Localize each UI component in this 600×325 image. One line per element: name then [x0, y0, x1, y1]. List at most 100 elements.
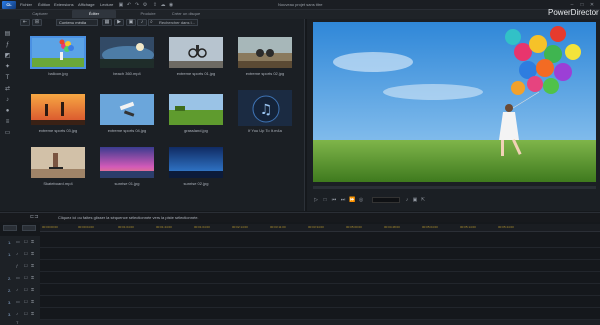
- fx-room-icon[interactable]: ƒ: [3, 41, 12, 49]
- menu-affichage[interactable]: Affichage: [78, 2, 95, 7]
- media-thumb-beach[interactable]: [99, 36, 155, 69]
- brand-title: PowerDirector: [548, 8, 599, 17]
- lock-icon[interactable]: ⚿: [31, 311, 34, 316]
- lock-icon[interactable]: ⚿: [31, 299, 34, 304]
- settings-icon[interactable]: ⚙: [142, 2, 148, 8]
- timeline-track-video-2[interactable]: [0, 272, 600, 284]
- preview-window[interactable]: [313, 22, 596, 182]
- media-label: extreme sports 04.jpg: [107, 128, 147, 133]
- track-number: 2.: [8, 288, 12, 293]
- timeline-track-effect[interactable]: [0, 260, 600, 272]
- stop-icon[interactable]: □: [322, 197, 328, 203]
- pip-room-icon[interactable]: ◩: [3, 52, 12, 60]
- media-filter-select[interactable]: Contenu média: [56, 19, 98, 26]
- next-frame-icon[interactable]: ⏭: [340, 197, 346, 203]
- audio-mixing-icon[interactable]: ♪: [3, 96, 12, 104]
- checkbox-icon[interactable]: ☐: [24, 239, 28, 244]
- ruler-tick: 00:05:00:00: [346, 225, 362, 229]
- save-icon[interactable]: ▣: [118, 2, 124, 8]
- checkbox-icon[interactable]: ☐: [24, 311, 28, 316]
- checkbox-icon[interactable]: ☐: [24, 251, 28, 256]
- media-label: extreme sports 02.jpg: [245, 71, 285, 76]
- tab-capturer[interactable]: Capturer: [20, 10, 60, 18]
- upload-icon[interactable]: ⇪: [152, 2, 158, 8]
- timeline-track-video-1[interactable]: [0, 236, 600, 248]
- title-room-icon[interactable]: T: [3, 74, 12, 82]
- filter-all-button[interactable]: ▦: [102, 19, 112, 26]
- snapshot-icon[interactable]: ◎: [358, 197, 364, 203]
- timecode-display: [372, 197, 400, 203]
- timeline-track-title[interactable]: [0, 320, 600, 325]
- lock-icon[interactable]: ⚿: [31, 239, 34, 244]
- preview-scrubber[interactable]: [313, 186, 596, 189]
- timeline-view-button[interactable]: [3, 225, 17, 231]
- redo-icon[interactable]: ↷: [134, 2, 140, 8]
- prev-frame-icon[interactable]: ⏮: [331, 197, 337, 203]
- play-icon[interactable]: ▷: [313, 197, 319, 203]
- ruler-tick: 00:05:44:00: [498, 225, 514, 229]
- media-thumb-sunrise2[interactable]: [168, 146, 224, 179]
- undock-icon[interactable]: ⇱: [420, 197, 426, 203]
- tab-creer-disque[interactable]: Créer un disque: [164, 10, 208, 18]
- timeline-track-audio-2[interactable]: [0, 284, 600, 296]
- media-thumb-music[interactable]: ♫: [237, 89, 293, 127]
- timeline-track-audio-1[interactable]: [0, 248, 600, 260]
- chapter-icon[interactable]: ≡: [3, 118, 12, 126]
- plugin-button[interactable]: ⊞: [32, 19, 42, 26]
- media-thumb-sunset-sports[interactable]: [30, 93, 86, 126]
- media-thumb-grassland[interactable]: [168, 93, 224, 126]
- fx-track-icon: ƒ: [16, 263, 19, 268]
- 3d-icon[interactable]: ▣: [412, 197, 418, 203]
- track-number: 3.: [8, 312, 12, 317]
- audio-track-icon: ♪: [16, 287, 18, 292]
- timeline-hint-text: Cliquez ici ou faites glisser la séquenc…: [58, 215, 199, 220]
- storyboard-view-button[interactable]: [22, 225, 36, 231]
- particle-room-icon[interactable]: ✦: [3, 63, 12, 71]
- checkbox-icon[interactable]: ☐: [24, 287, 28, 292]
- voiceover-icon[interactable]: ●: [3, 107, 12, 115]
- media-thumb-skateboard[interactable]: [30, 146, 86, 179]
- ruler-tick: 00:00:04:00: [78, 225, 94, 229]
- media-label: If You Up To It.m4a: [248, 128, 282, 133]
- timeline-toolbar-icon[interactable]: ⊏⊐: [30, 214, 38, 220]
- timeline-track-video-3[interactable]: [0, 296, 600, 308]
- lock-icon[interactable]: ⚿: [31, 251, 34, 256]
- menu-lecture[interactable]: Lecture: [100, 2, 113, 7]
- cloud-icon[interactable]: ☁: [160, 2, 166, 8]
- lock-icon[interactable]: ⚿: [31, 287, 34, 292]
- transition-room-icon[interactable]: ⇄: [3, 85, 12, 93]
- lock-icon[interactable]: ⚿: [31, 275, 34, 280]
- menu-edition[interactable]: Édition: [38, 2, 50, 7]
- media-thumb-skydive[interactable]: [99, 93, 155, 126]
- ruler-tick: 00:02:14:00: [232, 225, 248, 229]
- checkbox-icon[interactable]: ☐: [24, 263, 28, 268]
- media-thumb-sunrise1[interactable]: [99, 146, 155, 179]
- volume-icon[interactable]: ♪: [404, 197, 410, 203]
- video-track-icon: ▭: [16, 239, 20, 244]
- app-logo: CL: [2, 1, 16, 9]
- subtitle-icon[interactable]: ▭: [3, 129, 12, 137]
- checkbox-icon[interactable]: ☐: [24, 299, 28, 304]
- media-label: sunrise 01.jpg: [114, 181, 140, 186]
- ruler-tick: 00:04:48:00: [384, 225, 400, 229]
- undo-icon[interactable]: ↶: [126, 2, 132, 8]
- timeline-track-audio-3[interactable]: [0, 308, 600, 320]
- checkbox-icon[interactable]: ☐: [24, 275, 28, 280]
- title-track-icon: T: [16, 320, 19, 325]
- menu-fichier[interactable]: Fichier: [20, 2, 32, 7]
- media-thumb-balloon[interactable]: [30, 36, 86, 69]
- shopping-icon[interactable]: ◉: [168, 2, 174, 8]
- filter-image-button[interactable]: ▣: [126, 19, 136, 26]
- media-thumb-bike[interactable]: [168, 36, 224, 69]
- media-thumb-moto[interactable]: [237, 36, 293, 69]
- fast-forward-icon[interactable]: ⏩: [349, 197, 355, 203]
- filter-audio-button[interactable]: ♪: [137, 19, 147, 26]
- import-media-icon[interactable]: ▤: [3, 30, 12, 38]
- media-label: extreme sports 03.jpg: [38, 128, 78, 133]
- menu-extensions[interactable]: Extensions: [54, 2, 74, 7]
- lock-icon[interactable]: ⚿: [31, 263, 34, 268]
- import-button[interactable]: ⇤: [20, 19, 30, 26]
- tab-editer[interactable]: Éditer: [72, 10, 116, 18]
- track-number: 3.: [8, 300, 12, 305]
- filter-video-button[interactable]: ▶: [114, 19, 124, 26]
